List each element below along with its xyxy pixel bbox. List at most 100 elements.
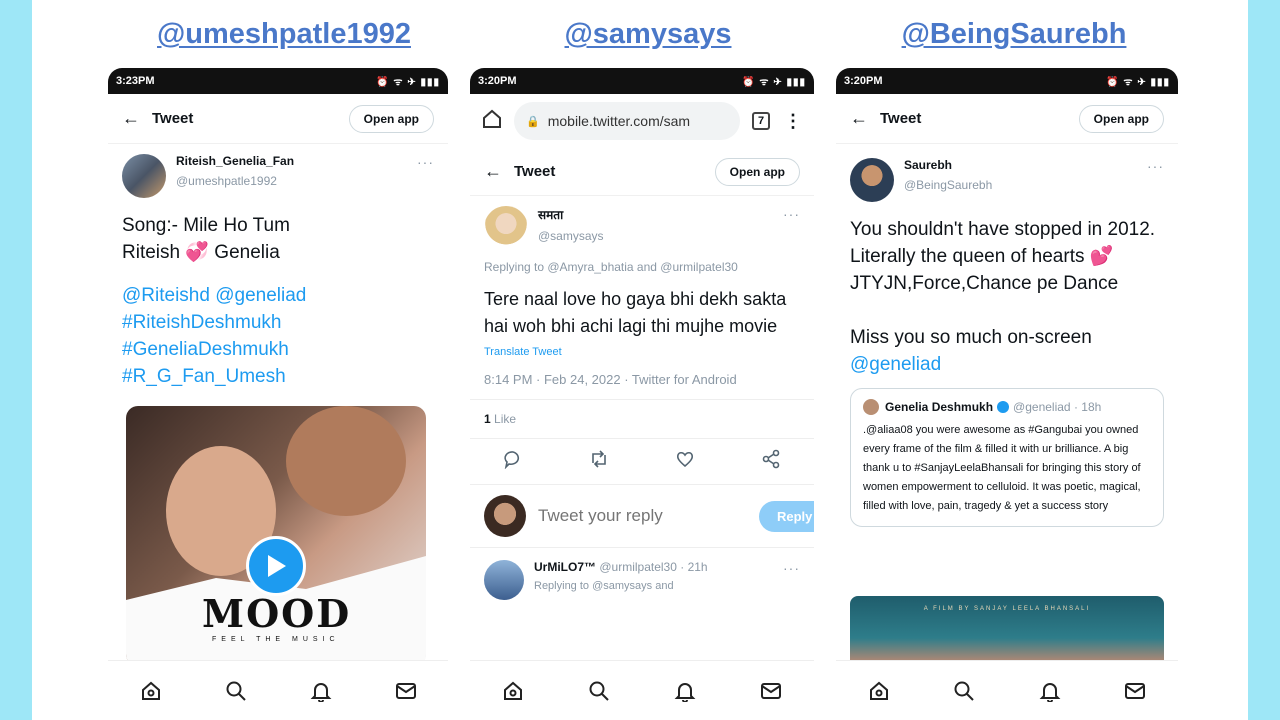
quoted-tweet[interactable]: Genelia Deshmukh @geneliad · 18h .@aliaa… <box>850 388 1164 527</box>
video-subtitle: FEEL THE MUSIC <box>212 636 340 643</box>
status-icons: ⏰ ᯤ ✈ ▮▮▮ <box>376 77 440 88</box>
handle-link-1[interactable]: @umeshpatle1992 <box>157 18 411 51</box>
avatar[interactable] <box>850 158 894 202</box>
author-name[interactable]: Saurebh <box>904 158 1147 172</box>
page-title: Tweet <box>880 110 922 127</box>
bottom-nav <box>836 660 1178 720</box>
status-bar: 3:20PM ⏰ ᯤ ✈ ▮▮▮ <box>470 68 814 94</box>
avatar[interactable] <box>484 206 528 250</box>
likes-summary[interactable]: 1 Like <box>470 400 814 439</box>
retweet-icon[interactable] <box>589 449 609 474</box>
tweet-text: Tere naal love ho gaya bhi dekh sakta ha… <box>484 289 787 336</box>
reply-button[interactable]: Reply <box>759 500 814 532</box>
quoted-author-username[interactable]: @geneliad · 18h <box>1013 400 1101 414</box>
phone-screenshot-2: 3:20PM ⏰ ᯤ ✈ ▮▮▮ 🔒 mobile.twitter.com/sa… <box>470 68 814 720</box>
phone-screenshot-1: 3:23PM ⏰ ᯤ ✈ ▮▮▮ ← Tweet Open app Riteis… <box>108 68 448 720</box>
messages-icon[interactable] <box>1123 679 1147 703</box>
handle-link-3[interactable]: @BeingSaurebh <box>902 18 1127 51</box>
status-bar: 3:23PM ⏰ ᯤ ✈ ▮▮▮ <box>108 68 448 94</box>
replying-to[interactable]: Replying to @Amyra_bhatia and @urmilpate… <box>470 250 814 274</box>
bottom-nav <box>108 660 448 720</box>
browser-menu-icon[interactable]: ⋮ <box>784 111 802 132</box>
open-app-button[interactable]: Open app <box>714 157 800 186</box>
back-arrow-icon[interactable]: ← <box>122 108 152 129</box>
hashtag-link[interactable]: #RiteishDeshmukh <box>122 309 434 336</box>
like-icon[interactable] <box>675 449 695 474</box>
author-username[interactable]: @umeshpatle1992 <box>176 174 417 188</box>
avatar[interactable] <box>484 560 524 600</box>
author-username[interactable]: @BeingSaurebh <box>904 178 1147 192</box>
home-icon[interactable] <box>867 679 891 703</box>
notifications-icon[interactable] <box>1038 679 1062 703</box>
status-time: 3:23PM <box>116 75 155 87</box>
back-arrow-icon[interactable]: ← <box>850 108 880 129</box>
search-icon[interactable] <box>952 679 976 703</box>
open-app-button[interactable]: Open app <box>348 104 434 133</box>
tweet-author: Riteish_Genelia_Fan @umeshpatle1992 ··· <box>108 144 448 198</box>
share-icon[interactable] <box>761 449 781 474</box>
author-username[interactable]: @samysays <box>538 229 783 243</box>
search-icon[interactable] <box>587 679 611 703</box>
back-arrow-icon[interactable]: ← <box>484 161 514 182</box>
reply-composer: Reply <box>470 485 814 548</box>
mention-link[interactable]: @geneliad <box>836 351 1178 378</box>
home-icon[interactable] <box>482 109 502 134</box>
author-name[interactable]: UrMiLO7™ <box>534 560 596 574</box>
hashtag-link[interactable]: #R_G_Fan_Umesh <box>122 363 434 390</box>
movie-poster-image[interactable]: A FILM BY SANJAY LEELA BHANSALI <box>850 596 1164 666</box>
messages-icon[interactable] <box>394 679 418 703</box>
status-icons: ⏰ ᯤ ✈ ▮▮▮ <box>1106 77 1170 88</box>
tweet-author: समता @samysays ··· <box>470 196 814 250</box>
home-icon[interactable] <box>139 679 163 703</box>
handle-link-2[interactable]: @samysays <box>565 18 732 51</box>
more-options-icon[interactable]: ··· <box>783 560 800 600</box>
likes-label: Like <box>494 412 517 426</box>
author-name[interactable]: Riteish_Genelia_Fan <box>176 154 417 168</box>
quoted-tweet-text: .@aliaa08 you were awesome as #Gangubai … <box>863 424 1141 512</box>
hashtag-link[interactable]: #GeneliaDeshmukh <box>122 336 434 363</box>
more-options-icon[interactable]: ··· <box>417 154 434 170</box>
quoted-author-name[interactable]: Genelia Deshmukh <box>885 400 993 414</box>
mention-link[interactable]: @Riteishd @geneliad <box>122 282 434 309</box>
status-bar: 3:20PM ⏰ ᯤ ✈ ▮▮▮ <box>836 68 1178 94</box>
page-title: Tweet <box>152 110 194 127</box>
verified-badge-icon <box>997 401 1010 413</box>
play-icon[interactable] <box>246 536 306 596</box>
more-options-icon[interactable]: ··· <box>783 206 800 222</box>
messages-icon[interactable] <box>759 679 783 703</box>
translate-tweet-link[interactable]: Translate Tweet <box>470 340 814 358</box>
status-time: 3:20PM <box>844 75 883 87</box>
video-thumbnail-person <box>286 406 406 516</box>
bottom-nav <box>470 660 814 720</box>
avatar <box>863 399 879 415</box>
address-bar[interactable]: 🔒 mobile.twitter.com/sam <box>514 102 740 140</box>
video-title: MOOD <box>202 591 352 636</box>
replying-to[interactable]: Replying to @samysays and <box>534 580 783 592</box>
reply-input[interactable] <box>538 506 759 526</box>
tweet-actions <box>470 439 814 485</box>
reply-tweet[interactable]: UrMiLO7™ @urmilpatel30 · 21h Replying to… <box>470 548 814 612</box>
tweet-author: Saurebh @BeingSaurebh ··· <box>836 144 1178 202</box>
author-username[interactable]: @urmilpatel30 · 21h <box>599 560 707 574</box>
tweet-links: @Riteishd @geneliad #RiteishDeshmukh #Ge… <box>108 266 448 390</box>
home-icon[interactable] <box>501 679 525 703</box>
author-name[interactable]: समता <box>538 206 783 223</box>
tweet-text: Song:- Mile Ho Tum Riteish 💞 Genelia <box>122 215 290 263</box>
notifications-icon[interactable] <box>309 679 333 703</box>
tweet-text: You shouldn't have stopped in 2012. Lite… <box>850 219 1156 348</box>
phone-screenshot-3: 3:20PM ⏰ ᯤ ✈ ▮▮▮ ← Tweet Open app Saureb… <box>836 68 1178 720</box>
tweet-header: ← Tweet Open app <box>836 94 1178 144</box>
tweet-video[interactable]: MOOD FEEL THE MUSIC <box>126 406 426 666</box>
avatar[interactable] <box>122 154 166 198</box>
tab-switcher-button[interactable]: 7 <box>752 112 770 130</box>
tweet-metadata: 8:14 PM · Feb 24, 2022 · Twitter for And… <box>470 358 814 400</box>
status-time: 3:20PM <box>478 75 517 87</box>
reply-icon[interactable] <box>503 449 523 474</box>
search-icon[interactable] <box>224 679 248 703</box>
lock-icon: 🔒 <box>526 115 540 128</box>
likes-count: 1 <box>484 412 491 426</box>
page-title: Tweet <box>514 163 556 180</box>
notifications-icon[interactable] <box>673 679 697 703</box>
more-options-icon[interactable]: ··· <box>1147 158 1164 174</box>
open-app-button[interactable]: Open app <box>1078 104 1164 133</box>
